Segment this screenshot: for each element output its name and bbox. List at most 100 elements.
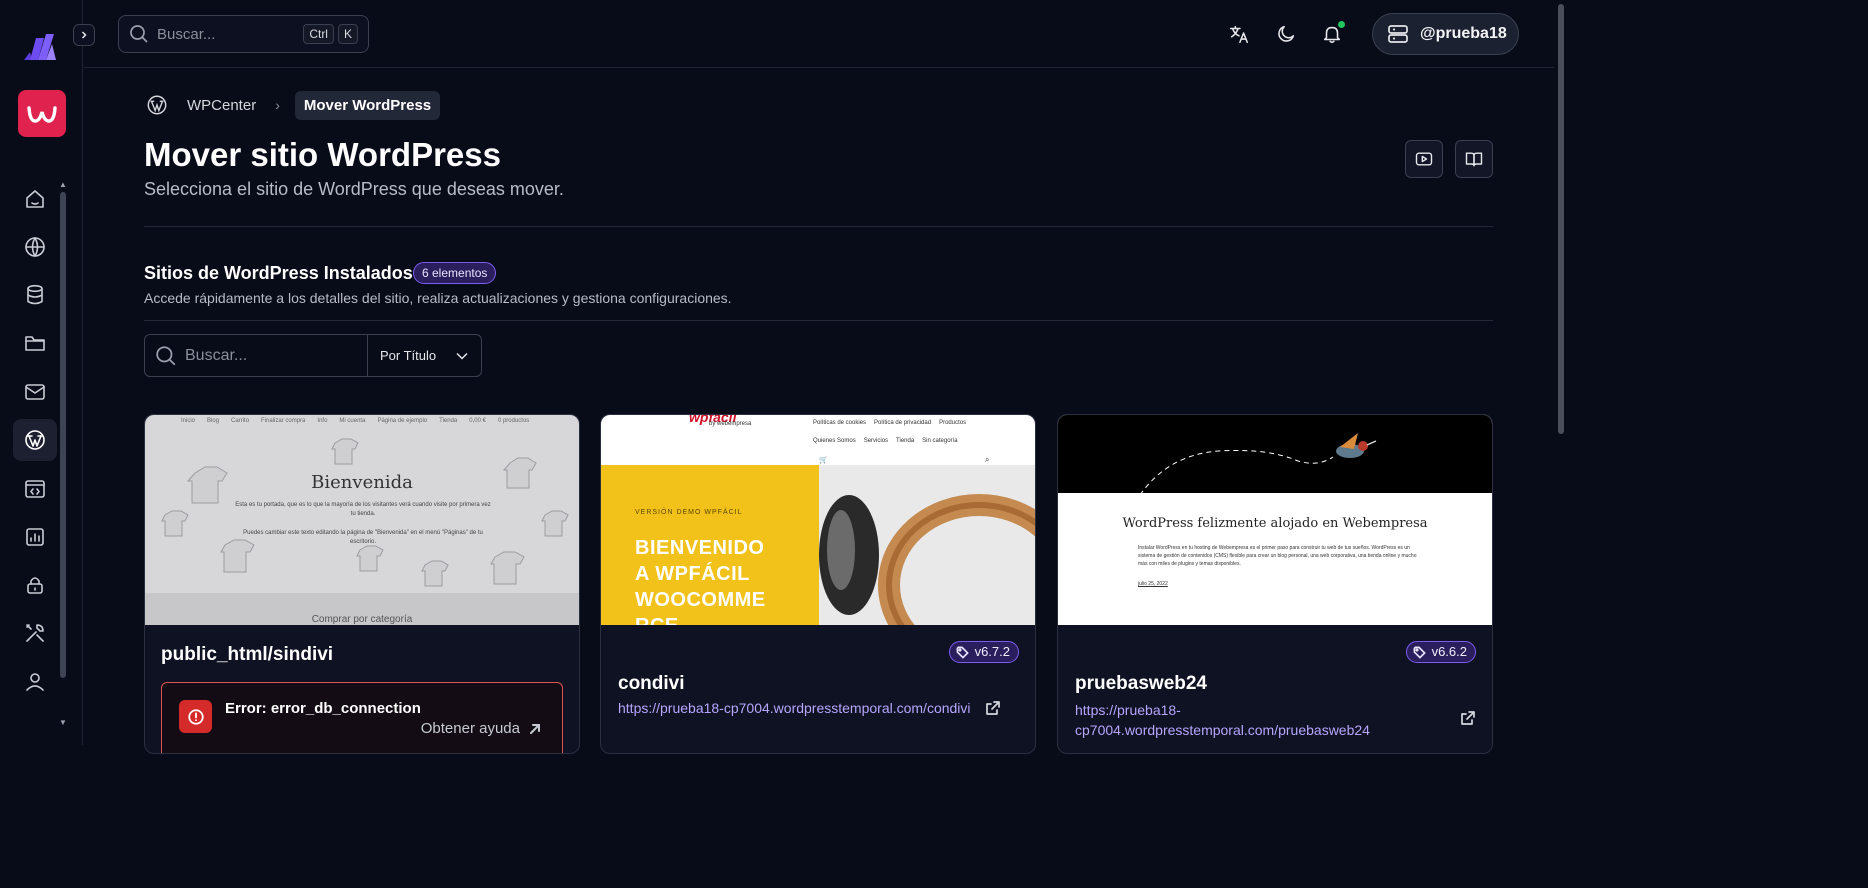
moon-icon (1278, 25, 1295, 42)
notification-dot (1338, 21, 1345, 28)
sidebar-item-domains[interactable] (13, 226, 57, 268)
breadcrumb-wpcenter[interactable]: WPCenter (187, 97, 256, 114)
book-open-icon (1465, 152, 1483, 167)
count-badge: 6 elementos (413, 262, 497, 284)
notifications-button[interactable] (1319, 21, 1345, 47)
site-thumbnail[interactable]: wpfácil by webempresa Políticas de cooki… (601, 415, 1035, 625)
get-help-link[interactable]: Obtener ayuda (421, 720, 542, 737)
hero-title-line: A WPFÁCIL (635, 563, 750, 585)
thumbnail-menu-item: Servicios (863, 438, 889, 444)
video-tutorial-button[interactable] (1405, 140, 1443, 178)
user-menu-button[interactable]: @prueba18 (1372, 13, 1519, 55)
mail-icon (25, 384, 45, 400)
site-filter: Buscar... Por Título (144, 334, 482, 377)
site-thumbnail[interactable]: Inicio Blog Carrito Finalizar compra Inf… (145, 415, 579, 625)
thumbnail-heading: Bienvenida (311, 472, 413, 493)
sidebar-item-files[interactable] (13, 322, 57, 364)
site-name: condivi (618, 673, 685, 694)
site-search-placeholder: Buscar... (185, 346, 248, 364)
external-link-button[interactable] (985, 700, 1001, 721)
home-icon (26, 190, 44, 208)
site-url-link[interactable]: https://prueba18-cp7004.wordpresstempora… (618, 700, 971, 716)
globe-icon (25, 237, 45, 257)
sidebar-item-databases[interactable] (13, 274, 57, 316)
thumbnail-heading: WordPress felizmente alojado en Webempre… (1122, 516, 1428, 531)
tools-icon (26, 624, 44, 642)
hero-eyebrow: VERSIÓN DEMO WPFÁCIL (635, 509, 743, 516)
tag-icon (1413, 646, 1426, 659)
site-search-input[interactable]: Buscar... (145, 335, 368, 376)
site-card[interactable]: Inicio Blog Carrito Finalizar compra Inf… (144, 414, 580, 754)
scrollbar-thumb[interactable] (60, 192, 66, 678)
wordpress-icon (25, 430, 45, 450)
thumbnail-text: Esta es tu portada, que es lo que la may… (235, 502, 491, 517)
site-card[interactable]: WordPress felizmente alojado en Webempre… (1057, 414, 1493, 754)
sidebar-item-home[interactable] (13, 178, 57, 220)
thumbnail-text: Puedes cambiar este texto editando la pá… (243, 530, 483, 545)
divider (144, 226, 1493, 227)
site-thumbnail[interactable]: WordPress felizmente alojado en Webempre… (1058, 415, 1492, 625)
sidebar-item-wordpress[interactable] (13, 419, 57, 461)
site-url-line: https://prueba18- (1075, 702, 1181, 718)
hero-photo (819, 465, 1035, 625)
theme-toggle-button[interactable] (1273, 21, 1299, 47)
page-scrollbar[interactable] (1554, 0, 1568, 745)
global-search-input[interactable]: Buscar... Ctrl K (118, 15, 369, 53)
error-icon (179, 700, 212, 733)
thumbnail-text: Instalar WordPress en tu hosting de Webe… (1138, 545, 1417, 567)
translate-icon (1229, 25, 1249, 44)
thumbnail-menu-item: Política de privacidad (874, 420, 932, 426)
sort-select[interactable]: Por Título (368, 335, 481, 376)
thumbnail-menu: Políticas de cookies Política de privaci… (813, 420, 966, 426)
version-label: v6.7.2 (974, 644, 1010, 659)
breadcrumb: WPCenter › Mover WordPress (146, 90, 441, 120)
breadcrumb-current: Mover WordPress (294, 90, 441, 120)
site-url-link[interactable]: https://prueba18- cp7004.wordpresstempor… (1075, 700, 1370, 740)
sidebar-item-code[interactable] (13, 468, 57, 510)
database-icon (27, 284, 43, 305)
version-label: v6.6.2 (1431, 644, 1467, 659)
hero-title: BIENVENIDO A WPFÁCIL WOOCOMME RCE (635, 535, 766, 625)
sidebar-item-tools[interactable] (13, 612, 57, 654)
language-button[interactable] (1226, 21, 1252, 47)
chevron-right-icon (81, 31, 87, 39)
search-icon (130, 25, 148, 43)
webempresa-logo-icon (27, 105, 57, 123)
hummingbird-icon (1139, 433, 1377, 496)
thumbnail-menu-item: Productos (939, 420, 967, 426)
external-link-icon (986, 701, 1000, 715)
thumbnail-menu: Quienes Somos Servicios Tienda Sin categ… (813, 438, 958, 444)
page-subtitle: Selecciona el sitio de WordPress que des… (144, 179, 564, 199)
site-url-line: cp7004.wordpresstemporal.com/pruebasweb2… (1075, 722, 1370, 738)
thumbnail-menu-item: Sin categoría (922, 438, 958, 444)
hero-title-line: BIENVENIDO (635, 537, 765, 559)
sidebar-item-account[interactable] (13, 661, 57, 703)
chart-icon (26, 528, 44, 546)
shortcut-key-k: K (337, 24, 358, 44)
brand-avatar[interactable] (18, 90, 66, 137)
page-scrollbar-thumb[interactable] (1558, 4, 1564, 434)
global-search-placeholder: Buscar... (157, 25, 216, 43)
sidebar-toggle-button[interactable] (73, 24, 95, 46)
external-link-button[interactable] (1460, 710, 1476, 731)
thumbnail-logo-sub: by webempresa (709, 421, 752, 427)
app-logo[interactable] (22, 30, 60, 64)
documentation-button[interactable] (1455, 140, 1493, 178)
wordpress-icon (147, 95, 167, 115)
sidebar-item-email[interactable] (13, 371, 57, 413)
sidebar-item-security[interactable] (13, 564, 57, 606)
server-icon (1388, 25, 1408, 43)
sidebar: ▲ ▼ (0, 0, 83, 745)
scroll-up-icon[interactable]: ▲ (58, 180, 68, 190)
arrow-up-right-icon (530, 723, 540, 734)
site-card[interactable]: wpfácil by webempresa Políticas de cooki… (600, 414, 1036, 754)
divider (144, 320, 1493, 321)
hero-title-line: RCE (635, 613, 766, 625)
scroll-down-icon[interactable]: ▼ (58, 718, 68, 728)
sidebar-scrollbar[interactable]: ▲ ▼ (57, 180, 69, 728)
thumbnail-menu-item: Políticas de cookies (813, 420, 867, 426)
tag-icon (956, 646, 969, 659)
username-label: @prueba18 (1420, 25, 1507, 42)
thumbnail-date: julio 25, 2022 (1138, 581, 1168, 587)
sidebar-item-stats[interactable] (13, 516, 57, 558)
